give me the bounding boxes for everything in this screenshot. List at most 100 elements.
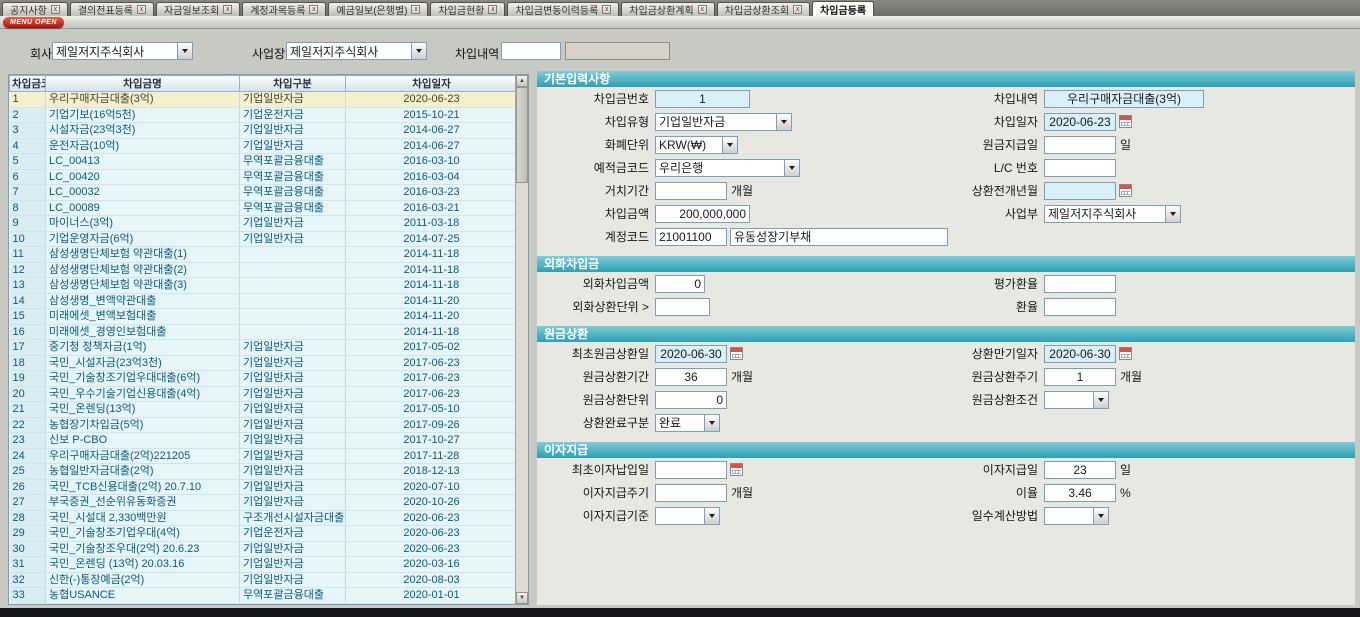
currency-combo[interactable] <box>655 136 738 154</box>
first-interest-date-input[interactable] <box>655 461 727 479</box>
table-row[interactable]: 30국민_기술창조우대(2억) 20.6.23기업일반자금2020-06-23 <box>10 541 518 557</box>
deposit-code-combo[interactable] <box>655 159 800 177</box>
grace-period-input[interactable] <box>655 182 727 200</box>
calendar-icon[interactable] <box>1119 184 1132 197</box>
scrollbar-thumb[interactable] <box>516 87 528 183</box>
calendar-icon[interactable] <box>1119 115 1132 128</box>
interest-day-input[interactable] <box>1044 461 1116 479</box>
repay-cycle-input[interactable] <box>1044 368 1116 386</box>
col-header-loan-name[interactable]: 차입금명 <box>46 76 240 92</box>
table-row[interactable]: 7LC_00032무역포괄금융대출2016-03-23 <box>10 185 518 201</box>
table-row[interactable]: 29국민_기술창조기업우대(4억)기업운전자금2020-06-23 <box>10 526 518 542</box>
table-row[interactable]: 17중기청 정책자금(1억)기업일반자금2017-05-02 <box>10 340 518 356</box>
tab-4[interactable]: 계정과목등록x <box>242 2 326 16</box>
table-row[interactable]: 20국민_우수기술기업신용대출(4억)기업일반자금2017-06-23 <box>10 386 518 402</box>
tab-close-icon[interactable]: x <box>223 5 232 14</box>
tab-close-icon[interactable]: x <box>137 5 146 14</box>
calendar-icon[interactable] <box>730 347 743 360</box>
tab-close-icon[interactable]: x <box>309 5 318 14</box>
table-row[interactable]: 9마이너스(3억)기업일반자금2011-03-18 <box>10 216 518 232</box>
chevron-down-icon[interactable] <box>411 42 427 60</box>
tab-6[interactable]: 차입금현황x <box>430 2 505 16</box>
loan-amount-input[interactable] <box>655 205 750 223</box>
company-input[interactable] <box>52 42 178 60</box>
table-row[interactable]: 27부국증권_선순위유동화증권기업일반자금2020-10-26 <box>10 495 518 511</box>
tab-7[interactable]: 차입금변동이력등록x <box>507 2 619 16</box>
table-row[interactable]: 6LC_00420무역포괄금융대출2016-03-04 <box>10 169 518 185</box>
interest-cycle-input[interactable] <box>655 484 727 502</box>
table-row[interactable]: 12삼성생명단체보험 약관대출(2)2014-11-18 <box>10 262 518 278</box>
tab-1[interactable]: 공지사항x <box>2 2 68 16</box>
tab-10[interactable]: 차입금등록 <box>812 1 874 16</box>
menu-open-button[interactable]: MENU OPEN <box>3 17 64 28</box>
table-row[interactable]: 23신보 P-CBO기업일반자금2017-10-27 <box>10 433 518 449</box>
table-row[interactable]: 18국민_시설자금(23억3천)기업일반자금2017-06-23 <box>10 355 518 371</box>
company-select[interactable] <box>52 42 193 60</box>
calendar-icon[interactable] <box>1119 347 1132 360</box>
table-row[interactable]: 22농협장기차입금(5억)기업일반자금2017-09-26 <box>10 417 518 433</box>
division-input[interactable] <box>1044 205 1166 223</box>
division-combo[interactable] <box>1044 205 1181 223</box>
pre-repay-ym-input[interactable] <box>1044 182 1116 200</box>
principal-pay-day-input[interactable] <box>1044 136 1116 154</box>
chevron-down-icon[interactable] <box>722 136 738 154</box>
repay-condition-combo[interactable] <box>1044 391 1109 409</box>
tab-close-icon[interactable]: x <box>793 5 802 14</box>
table-row[interactable]: 26국민_TCB신용대출(2억) 20.7.10기업일반자금2020-07-10 <box>10 479 518 495</box>
eval-rate-input[interactable] <box>1044 275 1116 293</box>
table-row[interactable]: 14삼성생명_변액약관대출2014-11-20 <box>10 293 518 309</box>
repay-complete-input[interactable] <box>655 414 705 432</box>
chevron-down-icon[interactable] <box>704 414 720 432</box>
table-row[interactable]: 2기업기보(16억5천)기업운전자금2015-10-21 <box>10 107 518 123</box>
calendar-icon[interactable] <box>730 463 743 476</box>
tab-8[interactable]: 차입금상환계획x <box>621 2 714 16</box>
interest-basis-combo[interactable] <box>655 507 720 525</box>
day-count-method-combo[interactable] <box>1044 507 1109 525</box>
vertical-scrollbar[interactable]: ▲ ▼ <box>515 75 528 604</box>
deposit-code-input[interactable] <box>655 159 785 177</box>
loan-type-input[interactable] <box>655 113 777 131</box>
col-header-loan-code[interactable]: 차입금코드 <box>10 76 46 92</box>
scrollbar-track[interactable] <box>516 87 528 592</box>
table-row[interactable]: 8LC_00089무역포괄금융대출2016-03-21 <box>10 200 518 216</box>
chevron-down-icon[interactable] <box>776 113 792 131</box>
table-row[interactable]: 19국민_기술창조기업우대대출(6억)기업일반자금2017-06-23 <box>10 371 518 387</box>
chevron-down-icon[interactable] <box>1165 205 1181 223</box>
table-row[interactable]: 31국민_온렌딩 (13억) 20.03.16기업일반자금2020-03-16 <box>10 557 518 573</box>
lc-no-input[interactable] <box>1044 159 1116 177</box>
table-row[interactable]: 24우리구매자금대출(2억)221205기업일반자금2017-11-28 <box>10 448 518 464</box>
table-row[interactable]: 15미래에셋_변액보험대출2014-11-20 <box>10 309 518 325</box>
chevron-down-icon[interactable] <box>1093 507 1109 525</box>
account-code-input[interactable] <box>655 228 727 246</box>
repay-unit-input[interactable] <box>655 391 727 409</box>
table-row[interactable]: 28국민_시설대 2,330백만원구조개선시설자금대출2020-06-23 <box>10 510 518 526</box>
col-header-loan-type[interactable]: 차입구분 <box>240 76 346 92</box>
loan-no-input[interactable] <box>655 90 750 108</box>
first-repay-date-input[interactable] <box>655 345 727 363</box>
day-count-method-input[interactable] <box>1044 507 1094 525</box>
loan-type-combo[interactable] <box>655 113 792 131</box>
table-row[interactable]: 32신한(-)통장예금(2억)기업일반자금2020-08-03 <box>10 572 518 588</box>
fx-repay-unit-input[interactable] <box>655 298 710 316</box>
table-row[interactable]: 3시설자금(23억3천)기업일반자금2014-06-27 <box>10 123 518 139</box>
tab-close-icon[interactable]: x <box>411 5 420 14</box>
tab-9[interactable]: 차입금상환조회x <box>717 2 810 16</box>
table-row[interactable]: 16미래에셋_경영인보험대출2014-11-18 <box>10 324 518 340</box>
account-name-input[interactable] <box>730 228 948 246</box>
currency-input[interactable] <box>655 136 723 154</box>
table-row[interactable]: 34국민USANCE무역포괄금융대출2020-03-01 <box>10 603 518 605</box>
repay-condition-input[interactable] <box>1044 391 1094 409</box>
tab-2[interactable]: 결의전표등록x <box>70 2 154 16</box>
chevron-down-icon[interactable] <box>704 507 720 525</box>
loan-desc-input[interactable] <box>1044 90 1204 108</box>
tab-close-icon[interactable]: x <box>698 5 707 14</box>
table-row[interactable]: 1우리구매자금대출(3억)기업일반자금2020-06-23 <box>10 92 518 108</box>
table-row[interactable]: 13삼성생명단체보험 약관대출(3)2014-11-18 <box>10 278 518 294</box>
tab-close-icon[interactable]: x <box>488 5 497 14</box>
repay-period-input[interactable] <box>655 368 727 386</box>
fx-amount-input[interactable] <box>655 275 705 293</box>
table-row[interactable]: 4운전자금(10억)기업일반자금2014-06-27 <box>10 138 518 154</box>
site-select[interactable] <box>286 42 427 60</box>
interest-rate-input[interactable] <box>1044 484 1116 502</box>
table-row[interactable]: 11삼성생명단체보험 약관대출(1)2014-11-18 <box>10 247 518 263</box>
